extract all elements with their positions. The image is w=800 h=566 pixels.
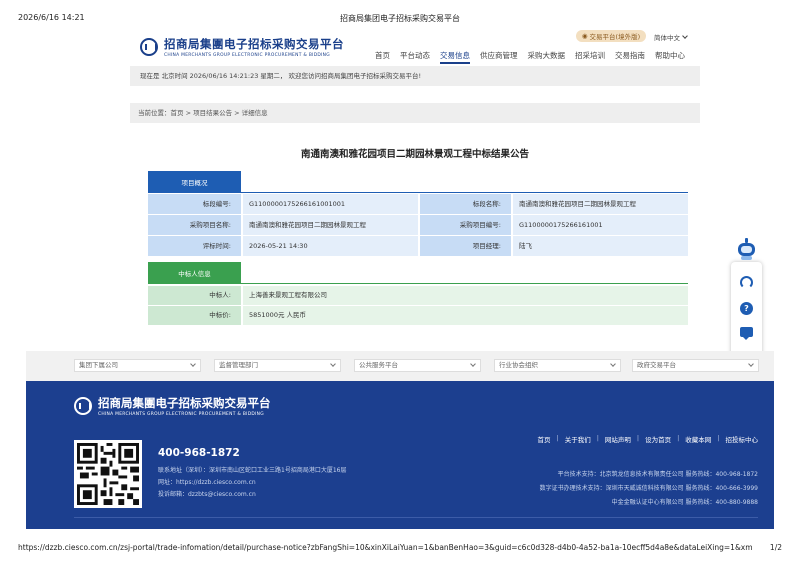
print-header: 2026/6/16 14:21 招商局集团电子招标采购交易平台 (18, 13, 782, 25)
dropdown-label: 政府交易平台 (637, 361, 676, 369)
footer-link-statement[interactable]: 网站声明 (605, 434, 631, 444)
footer-link-set-home[interactable]: 设为首页 (645, 434, 671, 444)
divider (148, 283, 688, 284)
logo-en: CHINA MERCHANTS GROUP ELECTRONIC PROCURE… (164, 53, 330, 58)
label-eval-time: 评标时间: (148, 236, 243, 256)
chevron-down-icon (190, 361, 196, 367)
dropdown-label: 监督管理部门 (219, 361, 258, 369)
dropdown-label: 公共服务平台 (359, 361, 398, 369)
print-url: https://dzzb.ciesco.com.cn/zsj-portal/tr… (18, 543, 753, 552)
language-label: 简体中文 (654, 34, 680, 42)
footer-link-about[interactable]: 关于我们 (565, 434, 591, 444)
main-nav: 首页 平台动态 交易信息 供应商管理 采购大数据 招采培训 交易指南 帮助中心 (370, 50, 690, 64)
project-info-table: 标段编号: G1100000175266161001001 标段名称: 南通南澳… (148, 194, 688, 257)
table-row: 中标人: 上海善来景观工程有限公司 (148, 286, 688, 305)
footer-link-bid-center[interactable]: 招投标中心 (726, 434, 759, 444)
footer-logo-cn: 招商局集團电子招标采购交易平台 (98, 396, 271, 410)
related-links-bar: 集团下属公司 监督管理部门 公共服务平台 行业协会组织 政府交易平台 (26, 351, 774, 381)
logo-emblem-icon (74, 397, 92, 415)
hotline-number: 400-968-1872 (158, 447, 240, 459)
welcome-bar: 现在是 北京时间 2026/06/16 14:21:23 星期二， 欢迎您访问招… (130, 66, 700, 86)
print-footer: https://dzzb.ciesco.com.cn/zsj-portal/tr… (18, 543, 782, 555)
support-line: 数字证书办理技术支持：深圳市天威诚信科技有限公司 服务热线：400-666-39… (539, 485, 758, 492)
table-row: 采购项目名称: 南通南澳和雅花园项目二期园林景观工程 采购项目编号: G1100… (148, 215, 688, 235)
contact-address: 联系地址（深圳）：深圳市南山区蛇口工业三路1号招商局港口大厦16层 (158, 467, 347, 474)
value-section-name: 南通南澳和雅花园项目二期园林景观工程 (513, 194, 688, 214)
table-row: 中标价: 5851000元 人民币 (148, 306, 688, 325)
nav-platform-news[interactable]: 平台动态 (395, 50, 435, 64)
logo-cn: 招商局集團电子招标采购交易平台 (164, 37, 344, 51)
foreign-platform-label: 交易平台(境外版) (589, 33, 641, 41)
nav-supplier-mgmt[interactable]: 供应商管理 (475, 50, 523, 64)
foreign-platform-button[interactable]: ◉ 交易平台(境外版) (576, 30, 646, 42)
contact-email[interactable]: 投诉邮箱：dzzbts@ciesco.com.cn (158, 489, 346, 501)
label-section-code: 标段编号: (148, 194, 243, 214)
dropdown-label: 行业协会组织 (499, 361, 538, 369)
tab-project-overview: 项目概况 (148, 171, 241, 193)
value-winning-price: 5851000元 人民币 (243, 306, 688, 325)
dropdown-group-companies[interactable]: 集团下属公司 (74, 359, 201, 372)
logo-emblem-icon (140, 38, 158, 56)
breadcrumb: 当前位置：首页 > 项目结果公告 > 详细信息 (130, 103, 700, 123)
chevron-down-icon (610, 361, 616, 367)
help-icon[interactable]: ? (740, 302, 753, 315)
divider (74, 517, 758, 518)
site-header: 招商局集團电子招标采购交易平台 CHINA MERCHANTS GROUP EL… (130, 28, 700, 64)
chevron-down-icon (682, 33, 688, 39)
globe-icon: ◉ (581, 32, 588, 40)
support-line: 平台技术支持：北京筑龙信息技术有限责任公司 服务热线：400-968-1872 (557, 471, 758, 478)
dropdown-industry-assoc[interactable]: 行业协会组织 (494, 359, 621, 372)
nav-home[interactable]: 首页 (370, 50, 395, 64)
site-logo[interactable]: 招商局集團电子招标采购交易平台 CHINA MERCHANTS GROUP EL… (140, 34, 344, 60)
qrcode-graphic (77, 443, 139, 505)
page-title: 南通南澳和雅花园项目二期园林景观工程中标结果公告 (300, 149, 529, 160)
label-winning-price: 中标价: (148, 306, 243, 325)
footer-link-home[interactable]: 首页 (537, 434, 550, 444)
value-section-code: G1100000175266161001001 (243, 194, 418, 214)
support-line: 中金金融认证中心有限公司 服务热线：400-880-9888 (611, 499, 758, 506)
dropdown-label: 集团下属公司 (79, 361, 118, 369)
label-project-manager: 项目经理: (418, 236, 513, 256)
qrcode-image (74, 440, 142, 508)
chevron-down-icon (748, 361, 754, 367)
value-project-code: G1100000175266161001 (513, 215, 688, 235)
table-row: 评标时间: 2026-05-21 14:30 项目经理: 陆飞 (148, 236, 688, 256)
contact-info: 联系地址（深圳）：深圳市南山区蛇口工业三路1号招商局港口大厦16层 网址：htt… (158, 465, 346, 501)
table-row: 标段编号: G1100000175266161001001 标段名称: 南通南澳… (148, 194, 688, 214)
footer-link-bookmark[interactable]: 收藏本网 (685, 434, 711, 444)
nav-guide[interactable]: 交易指南 (610, 50, 650, 64)
label-section-name: 标段名称: (418, 194, 513, 214)
support-info: 平台技术支持：北京筑龙信息技术有限责任公司 服务热线：400-968-1872 … (540, 468, 758, 510)
footer-logo: 招商局集團电子招标采购交易平台 CHINA MERCHANTS GROUP EL… (74, 395, 271, 417)
label-winner: 中标人: (148, 286, 243, 305)
value-project-name: 南通南澳和雅花园项目二期园林景观工程 (243, 215, 418, 235)
contact-website[interactable]: 网址：https://dzzb.ciesco.com.cn (158, 477, 346, 489)
site-footer: 招商局集團电子招标采购交易平台 CHINA MERCHANTS GROUP EL… (26, 381, 774, 529)
label-project-code: 采购项目编号: (418, 215, 513, 235)
label-project-name: 采购项目名称: (148, 215, 243, 235)
value-eval-time: 2026-05-21 14:30 (243, 236, 418, 256)
nav-help[interactable]: 帮助中心 (650, 50, 690, 64)
chevron-down-icon (330, 361, 336, 367)
nav-big-data[interactable]: 采购大数据 (523, 50, 571, 64)
chevron-down-icon (470, 361, 476, 367)
language-select[interactable]: 简体中文 (654, 32, 688, 42)
dropdown-regulators[interactable]: 监督管理部门 (214, 359, 341, 372)
print-page-number: 1/2 (769, 543, 782, 552)
headset-icon[interactable] (740, 276, 753, 289)
nav-trade-info[interactable]: 交易信息 (435, 50, 475, 64)
robot-assistant-icon[interactable] (737, 238, 756, 260)
footer-logo-en: CHINA MERCHANTS GROUP ELECTRONIC PROCURE… (98, 412, 264, 417)
print-doc-title: 招商局集团电子招标采购交易平台 (340, 14, 460, 23)
nav-training[interactable]: 招采培训 (570, 50, 610, 64)
chat-icon[interactable] (740, 327, 753, 340)
footer-links: 首页 | 关于我们 | 网站声明 | 设为首页 | 收藏本网 | 招投标中心 (537, 434, 758, 444)
divider (148, 192, 688, 193)
dropdown-public-service[interactable]: 公共服务平台 (354, 359, 481, 372)
tab-winner-info: 中标人信息 (148, 262, 241, 284)
value-winner: 上海善来景观工程有限公司 (243, 286, 688, 305)
dropdown-gov-platform[interactable]: 政府交易平台 (632, 359, 759, 372)
winner-info-table: 中标人: 上海善来景观工程有限公司 中标价: 5851000元 人民币 (148, 286, 688, 326)
value-project-manager: 陆飞 (513, 236, 688, 256)
